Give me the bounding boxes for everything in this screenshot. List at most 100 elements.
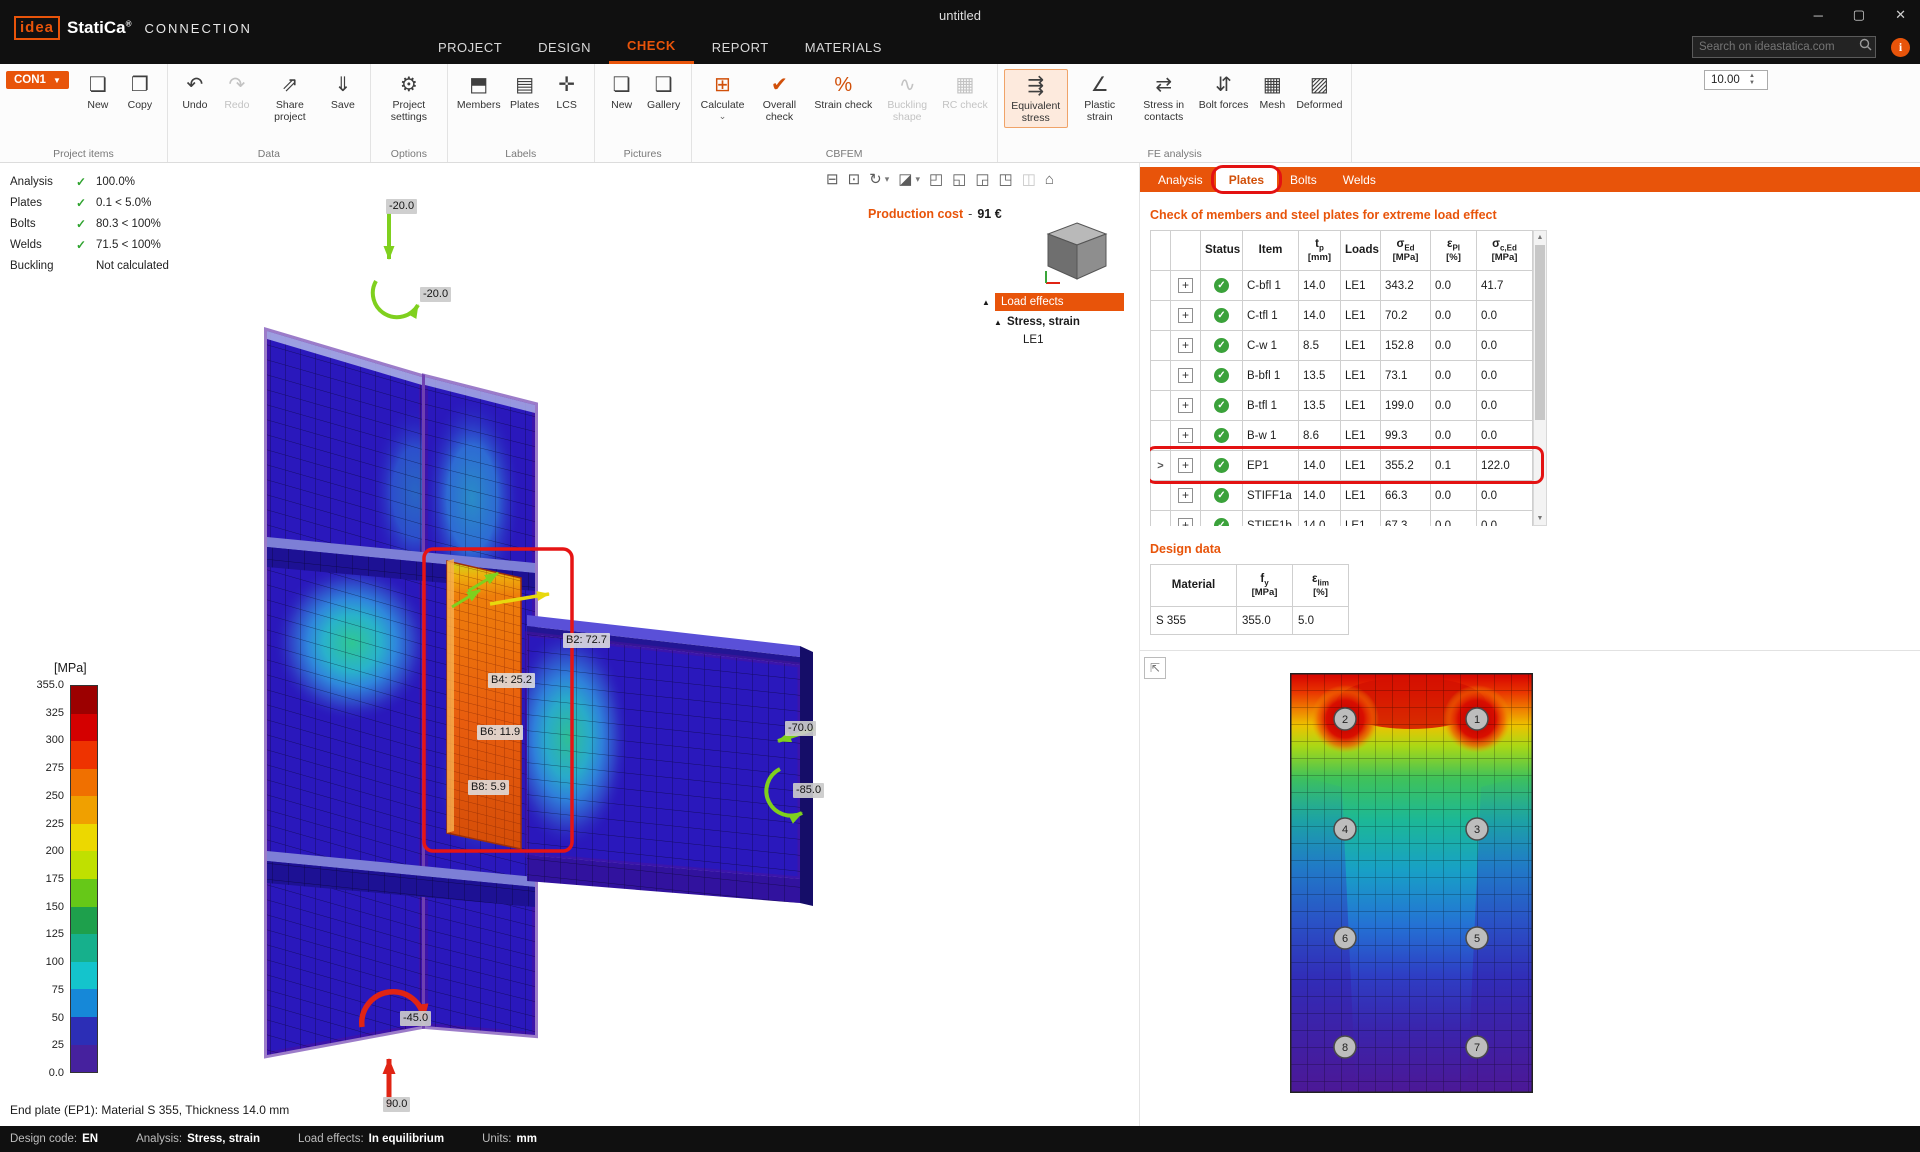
result-cell: C-tfl 1	[1243, 301, 1299, 331]
le1-node[interactable]: LE1	[1023, 333, 1043, 347]
rotate-view-icon[interactable]: ↻	[869, 170, 882, 188]
lcs-button[interactable]: ✛LCS	[546, 69, 588, 114]
chevron-down-icon[interactable]: ▾	[915, 174, 920, 185]
model-viewport[interactable]: ⊟⊡↻▾◪▾◰◱◲◳◫⌂ Analysis✓100.0%Plates✓0.1 <…	[0, 163, 1133, 1126]
tree-leaf-row[interactable]: LE1	[1023, 333, 1124, 347]
legend-segment	[71, 907, 97, 935]
scroll-thumb[interactable]	[1535, 245, 1545, 420]
split-view-icon: ◫	[1022, 170, 1036, 188]
expand-plus-button[interactable]: +	[1178, 518, 1193, 526]
menu-report[interactable]: REPORT	[694, 30, 787, 64]
save-button[interactable]: ⇓Save	[322, 69, 364, 114]
strain-check-button[interactable]: %Strain check	[811, 69, 875, 114]
deformed-button[interactable]: ▨Deformed	[1293, 69, 1345, 114]
info-icon[interactable]: i	[1891, 38, 1910, 57]
row-expand-icon[interactable]: >	[1157, 460, 1163, 472]
result-cell: 355.2	[1381, 451, 1431, 481]
table-scrollbar[interactable]: ▲ ▼	[1533, 230, 1547, 526]
equivalent-stress-button[interactable]: ⇶Equivalent stress	[1004, 69, 1068, 128]
new-button[interactable]: ❏New	[77, 69, 119, 114]
view-right-icon[interactable]: ◳	[999, 170, 1013, 188]
legend-segment	[71, 714, 97, 742]
menu-check[interactable]: CHECK	[609, 30, 694, 64]
view-axonometry-icon[interactable]: ◰	[929, 170, 943, 188]
bolt-number: 2	[1342, 714, 1348, 726]
column-header: Status	[1201, 231, 1243, 271]
maximize-button[interactable]: ▢	[1853, 7, 1865, 23]
search-box[interactable]	[1692, 36, 1876, 58]
bolt-force-label: B2: 72.7	[563, 633, 610, 648]
clip-view-icon[interactable]: ◪	[898, 170, 912, 188]
view-top-icon[interactable]: ◲	[975, 170, 989, 188]
scroll-down-icon[interactable]: ▼	[1534, 512, 1546, 525]
column-header: Loads	[1341, 231, 1381, 271]
summary-row-analysis: Analysis✓100.0%	[10, 171, 169, 192]
tree-collapse-icon[interactable]: ▲	[982, 298, 995, 307]
legend-tick: 75	[26, 984, 64, 996]
check-icon: ✓	[76, 217, 96, 231]
expand-plus-button[interactable]: +	[1178, 278, 1193, 293]
menu-project[interactable]: PROJECT	[420, 30, 520, 64]
expand-detail-button[interactable]: ⇱	[1144, 657, 1166, 679]
close-button[interactable]: ✕	[1895, 7, 1906, 23]
copy-button[interactable]: ❐Copy	[119, 69, 161, 114]
spinner-arrows-icon[interactable]: ▲▼	[1749, 73, 1757, 87]
stress-in-contacts-button[interactable]: ⇄Stress in contacts	[1132, 69, 1196, 126]
menu-design[interactable]: DESIGN	[520, 30, 609, 64]
result-cell: C-bfl 1	[1243, 271, 1299, 301]
tab-welds[interactable]: Welds	[1330, 167, 1389, 192]
tree-collapse-icon[interactable]: ▲	[994, 318, 1007, 327]
bolt-number: 7	[1474, 1042, 1480, 1054]
mesh-button[interactable]: ▦Mesh	[1251, 69, 1293, 114]
undo-button[interactable]: ↶Undo	[174, 69, 216, 114]
expand-plus-button[interactable]: +	[1178, 398, 1193, 413]
plate-detail-view[interactable]: 21436587	[1290, 673, 1533, 1093]
status-item-analysis: Analysis:Stress, strain	[136, 1133, 260, 1145]
connection-selector[interactable]: CON1▼	[6, 71, 69, 89]
legend-segment	[71, 851, 97, 879]
bolt-forces-button[interactable]: ⇵Bolt forces	[1196, 69, 1252, 114]
expand-plus-button[interactable]: +	[1178, 488, 1193, 503]
view-front-icon[interactable]: ◱	[952, 170, 966, 188]
design-data-title: Design data	[1150, 542, 1910, 556]
scale-spinner[interactable]: ▲▼	[1704, 70, 1768, 90]
scroll-up-icon[interactable]: ▲	[1534, 231, 1546, 244]
plates-button[interactable]: ▤Plates	[504, 69, 546, 114]
project-settings-button[interactable]: ⚙Project settings	[377, 69, 441, 126]
tree-child-row[interactable]: ▲ Stress, strain	[994, 314, 1124, 330]
load-effects-node[interactable]: Load effects	[995, 293, 1124, 311]
results-row-ep1: >+✓EP114.0LE1355.20.1122.0	[1151, 451, 1533, 481]
expand-plus-button[interactable]: +	[1178, 458, 1193, 473]
result-cell: 0.0	[1431, 391, 1477, 421]
save-icon: ⇓	[334, 71, 351, 99]
menu-materials[interactable]: MATERIALS	[787, 30, 900, 64]
tab-analysis[interactable]: Analysis	[1145, 167, 1216, 192]
home-view-icon[interactable]: ⌂	[1045, 171, 1054, 188]
expand-plus-button[interactable]: +	[1178, 368, 1193, 383]
tab-plates[interactable]: Plates	[1216, 167, 1277, 192]
result-cell: 152.8	[1381, 331, 1431, 361]
expand-plus-button[interactable]: +	[1178, 428, 1193, 443]
search-input[interactable]	[1693, 41, 1859, 53]
tree-root-row[interactable]: ▲ Load effects	[982, 293, 1124, 311]
load-label: -85.0	[793, 783, 824, 798]
gallery-button[interactable]: ❑Gallery	[643, 69, 685, 114]
section-view-icon[interactable]: ⊟	[826, 170, 839, 188]
overall-check-button[interactable]: ✔Overall check	[747, 69, 811, 126]
calculate-button[interactable]: ⊞Calculate⌄	[698, 69, 748, 122]
tab-bolts[interactable]: Bolts	[1277, 167, 1330, 192]
new-button[interactable]: ❏New	[601, 69, 643, 114]
members-button[interactable]: ⬒Members	[454, 69, 504, 114]
zoom-fit-icon[interactable]: ⊡	[848, 170, 861, 188]
scale-value-input[interactable]	[1705, 74, 1749, 86]
chevron-down-icon[interactable]: ▾	[885, 174, 890, 185]
minimize-button[interactable]: ─	[1814, 8, 1823, 23]
share-project-button[interactable]: ⇗Share project	[258, 69, 322, 126]
bolt-number: 3	[1474, 824, 1480, 836]
navigation-cube[interactable]	[1040, 219, 1114, 289]
expand-plus-button[interactable]: +	[1178, 308, 1193, 323]
expand-plus-button[interactable]: +	[1178, 338, 1193, 353]
stress-strain-node[interactable]: Stress, strain	[1007, 314, 1080, 330]
plastic-strain-button[interactable]: ∠Plastic strain	[1068, 69, 1132, 126]
panel-splitter[interactable]	[1140, 650, 1920, 651]
